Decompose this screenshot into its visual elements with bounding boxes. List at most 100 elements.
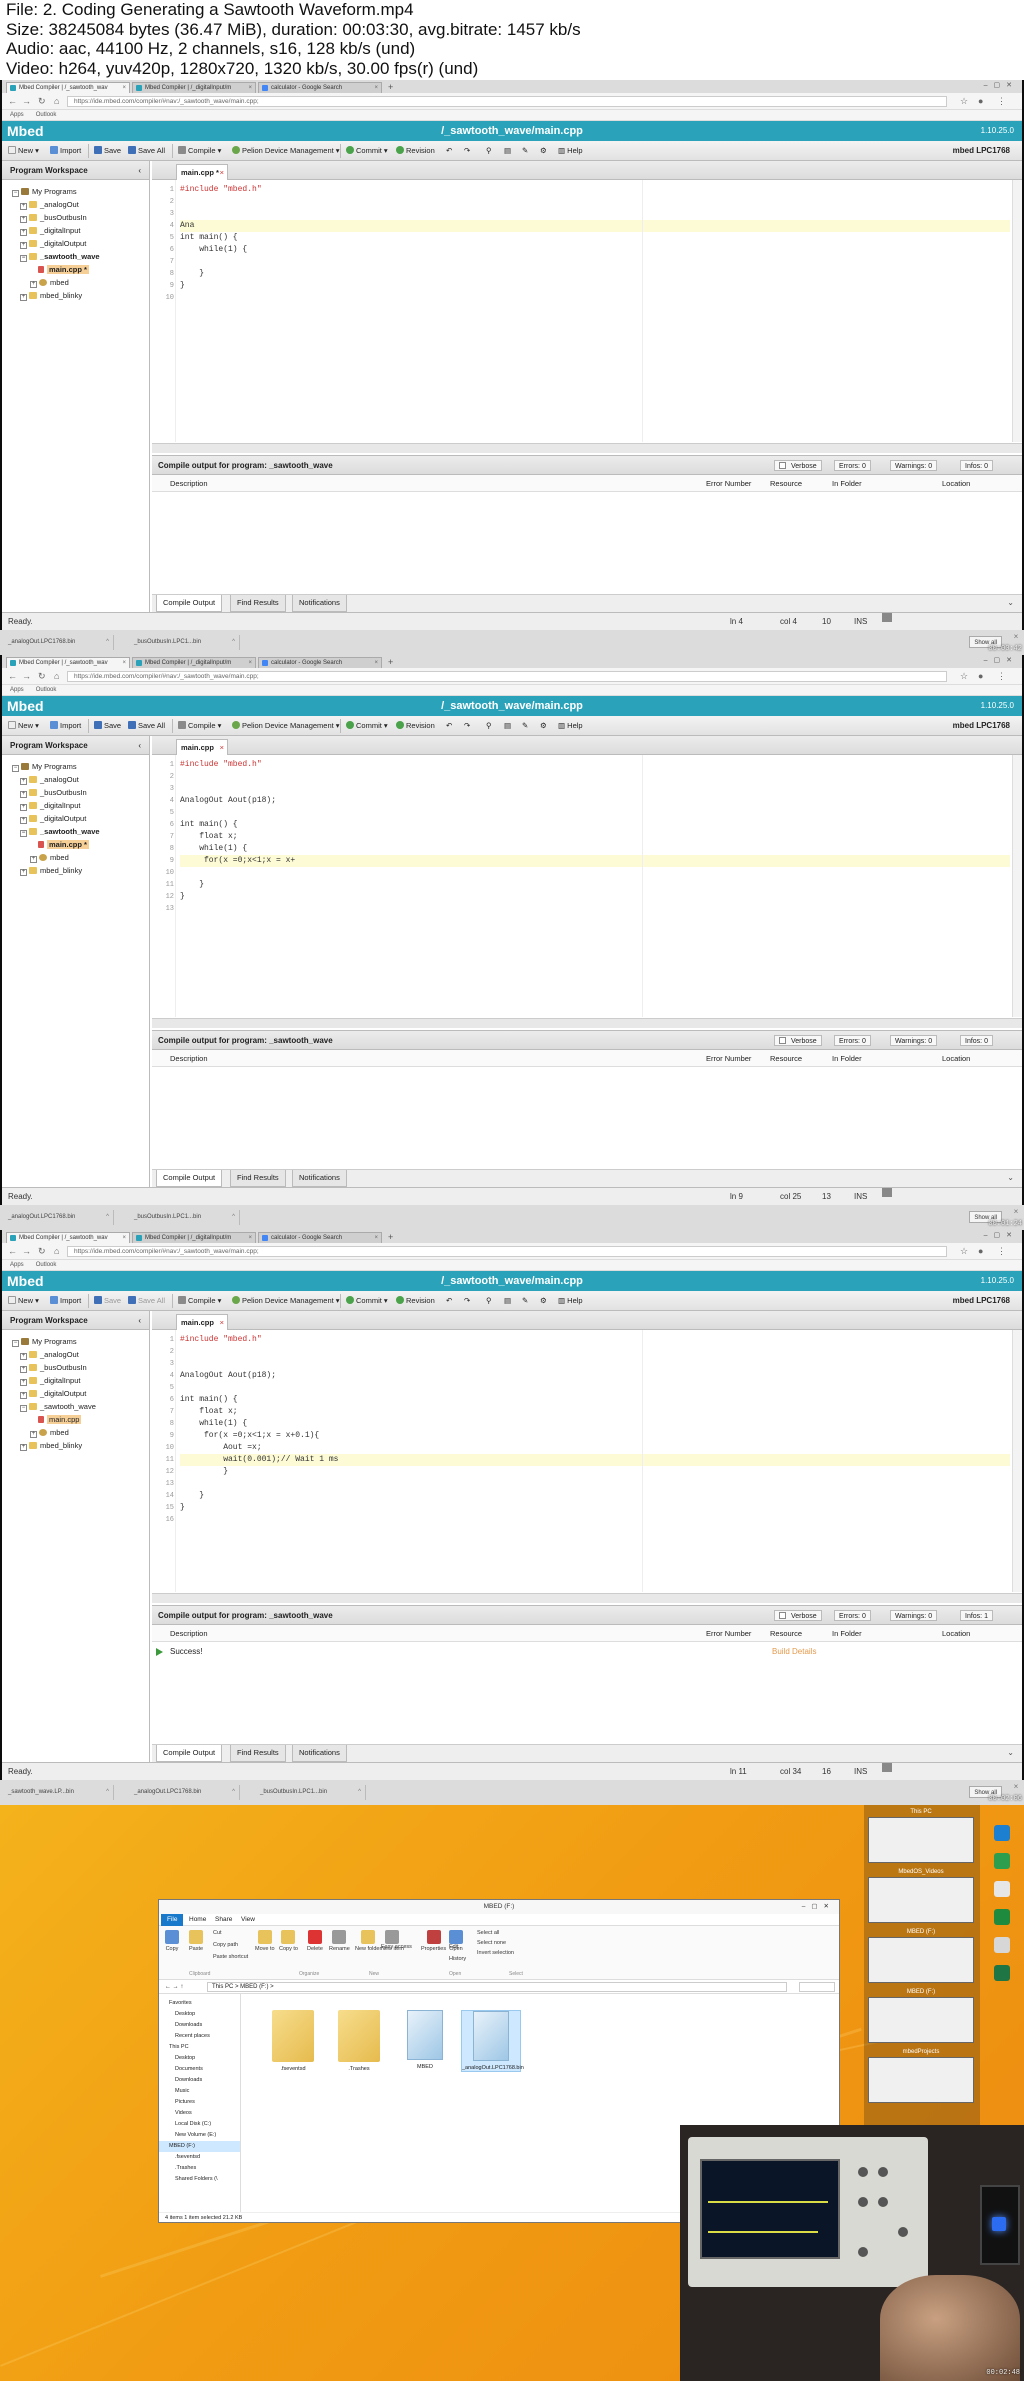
- redo-icon[interactable]: ↷: [464, 145, 470, 157]
- import-button[interactable]: Import: [50, 720, 81, 732]
- browser-tab-digitalinput[interactable]: Mbed Compiler | /_digitalInput/m ×: [132, 657, 256, 668]
- menu-icon[interactable]: ⋮: [997, 671, 1006, 682]
- close-editor-tab-icon[interactable]: ×: [220, 1315, 224, 1330]
- store-icon[interactable]: [994, 1881, 1010, 1897]
- menu-icon[interactable]: ⋮: [997, 96, 1006, 107]
- forward-icon[interactable]: →: [22, 671, 31, 681]
- tree-program-mbed-blinky[interactable]: + mbed_blinky: [2, 864, 149, 877]
- window-thumbnail[interactable]: MBED (F:): [868, 1929, 974, 1983]
- settings-icon[interactable]: ⚙: [540, 145, 547, 157]
- browser-tab-sawtooth[interactable]: Mbed Compiler | /_sawtooth_wav ×: [6, 657, 130, 668]
- target-device[interactable]: mbed LPC1768: [953, 1295, 1010, 1307]
- explorer-path[interactable]: This PC > MBED (F:) >: [207, 1982, 787, 1992]
- tree-program-digitaloutput[interactable]: + _digitalOutput: [2, 1387, 149, 1400]
- nav-pane-item[interactable]: Downloads: [159, 2020, 240, 2031]
- close-download-bar-icon[interactable]: ×: [1010, 1208, 1022, 1216]
- explorer-window-controls[interactable]: –▢✕: [802, 1900, 835, 1914]
- close-tab-icon[interactable]: ×: [374, 83, 378, 93]
- nav-pane-item[interactable]: Recent places: [159, 2031, 240, 2042]
- ribbon-button[interactable]: New folder: [355, 1930, 381, 1952]
- tree-program-sawtooth-wave[interactable]: − _sawtooth_wave: [2, 250, 149, 263]
- explorer-file-item[interactable]: .Trashes: [329, 2010, 389, 2072]
- nav-pane-item[interactable]: Local Disk (C:): [159, 2119, 240, 2130]
- account-icon[interactable]: ●: [978, 671, 983, 681]
- forward-icon[interactable]: →: [22, 96, 31, 106]
- ribbon-tab-file[interactable]: File: [161, 1914, 184, 1926]
- browser-tab-digitalinput[interactable]: Mbed Compiler | /_digitalInput/m ×: [132, 82, 256, 93]
- tab-compile-output[interactable]: Compile Output: [156, 1745, 223, 1762]
- commit-button[interactable]: Commit ▾: [346, 720, 388, 732]
- ie-icon[interactable]: [994, 1825, 1010, 1841]
- ribbon-tab-view[interactable]: View: [241, 1914, 255, 1926]
- download-item[interactable]: _busOutbusIn.LPC1...bin ^: [130, 635, 240, 650]
- ribbon-button[interactable]: Easy access: [381, 1944, 412, 1950]
- pelion-button[interactable]: Pelion Device Management ▾: [232, 1295, 340, 1307]
- tab-compile-output[interactable]: Compile Output: [156, 595, 223, 612]
- window-controls[interactable]: –▢✕: [984, 81, 1018, 89]
- bookmark-star-icon[interactable]: ☆: [960, 96, 968, 107]
- code-area[interactable]: 1 2 3 4 5 6 7 8 9 10 11 12 13 14 15 16 #include "mbed.h…: [152, 1330, 1022, 1592]
- nav-pane-item[interactable]: Downloads: [159, 2075, 240, 2086]
- ribbon-button[interactable]: Select none: [477, 1940, 506, 1946]
- download-item[interactable]: _analogOut.LPC1768.bin ^: [130, 1785, 240, 1800]
- ribbon-button[interactable]: Copy to: [279, 1930, 298, 1952]
- tree-program-busoutbusin[interactable]: + _busOutbusIn: [2, 211, 149, 224]
- save-all-button[interactable]: Save All: [128, 1295, 165, 1307]
- close-tab-icon[interactable]: ×: [248, 1233, 252, 1243]
- reload-icon[interactable]: ↻: [38, 96, 46, 107]
- explorer-file-item[interactable]: _analogOut.LPC1768.bin: [461, 2010, 524, 2072]
- import-button[interactable]: Import: [50, 145, 81, 157]
- browser-tab-digitalinput[interactable]: Mbed Compiler | /_digitalInput/m ×: [132, 1232, 256, 1243]
- window-controls[interactable]: –▢✕: [984, 656, 1018, 664]
- tab-notifications[interactable]: Notifications: [292, 1170, 347, 1187]
- compile-button[interactable]: Compile ▾: [178, 720, 221, 732]
- reload-icon[interactable]: ↻: [38, 671, 46, 682]
- nav-pane-item[interactable]: Desktop: [159, 2053, 240, 2064]
- bookmark-outlook[interactable]: Outlook: [36, 1262, 57, 1268]
- bookmark-star-icon[interactable]: ☆: [960, 671, 968, 682]
- explorer-file-item[interactable]: MBED: [395, 2010, 455, 2070]
- tree-program-analogout[interactable]: + _analogOut: [2, 1348, 149, 1361]
- pelion-button[interactable]: Pelion Device Management ▾: [232, 145, 340, 157]
- nav-pane-item[interactable]: Pictures: [159, 2097, 240, 2108]
- editor-horizontal-scrollbar[interactable]: [152, 1593, 1022, 1603]
- save-all-button[interactable]: Save All: [128, 145, 165, 157]
- tree-program-digitalinput[interactable]: + _digitalInput: [2, 224, 149, 237]
- bookmark-apps[interactable]: Apps: [10, 1262, 24, 1268]
- close-tab-icon[interactable]: ×: [374, 1233, 378, 1243]
- commit-button[interactable]: Commit ▾: [346, 145, 388, 157]
- ribbon-button[interactable]: Properties: [421, 1930, 446, 1952]
- code-area[interactable]: 1 2 3 4 5 6 7 8 9 10 #include "mbed.h" Ana int main…: [152, 180, 1022, 442]
- download-item[interactable]: _analogOut.LPC1768.bin ^: [4, 635, 114, 650]
- nav-pane-item[interactable]: MBED (F:): [159, 2141, 240, 2152]
- undo-icon[interactable]: ↶: [446, 1295, 452, 1307]
- tools-icon[interactable]: ✎: [522, 1295, 528, 1307]
- excel-icon[interactable]: [994, 1909, 1010, 1925]
- account-icon[interactable]: ●: [978, 96, 983, 106]
- chevron-up-icon[interactable]: ^: [358, 1785, 361, 1800]
- back-icon[interactable]: ←: [8, 671, 17, 681]
- tab-compile-output[interactable]: Compile Output: [156, 1170, 223, 1187]
- bookmark-outlook[interactable]: Outlook: [36, 112, 57, 118]
- nav-pane-item[interactable]: Desktop: [159, 2009, 240, 2020]
- editor-horizontal-scrollbar[interactable]: [152, 1018, 1022, 1028]
- commit-button[interactable]: Commit ▾: [346, 1295, 388, 1307]
- ribbon-button[interactable]: Edit: [449, 1944, 458, 1950]
- tree-file-main-cpp[interactable]: main.cpp *: [2, 838, 149, 851]
- new-button[interactable]: New ▾: [8, 145, 39, 157]
- ribbon-button[interactable]: History: [449, 1956, 466, 1962]
- chevron-down-icon[interactable]: ⌄: [1007, 595, 1014, 611]
- new-button[interactable]: New ▾: [8, 720, 39, 732]
- find-icon[interactable]: ⚲: [486, 145, 492, 157]
- chevron-up-icon[interactable]: ^: [232, 1210, 235, 1225]
- tab-notifications[interactable]: Notifications: [292, 595, 347, 612]
- close-editor-tab-icon[interactable]: ×: [220, 165, 224, 180]
- redo-icon[interactable]: ↷: [464, 1295, 470, 1307]
- ribbon-button[interactable]: Paste: [189, 1930, 203, 1952]
- download-item[interactable]: _sawtooth_wave.LP...bin ^: [4, 1785, 114, 1800]
- tab-find-results[interactable]: Find Results: [230, 1170, 286, 1187]
- help-button[interactable]: ▥ Help: [558, 1295, 583, 1307]
- window-thumbnail[interactable]: This PC: [868, 1809, 974, 1863]
- find-icon[interactable]: ⚲: [486, 720, 492, 732]
- verbose-checkbox[interactable]: Verbose: [774, 1035, 822, 1046]
